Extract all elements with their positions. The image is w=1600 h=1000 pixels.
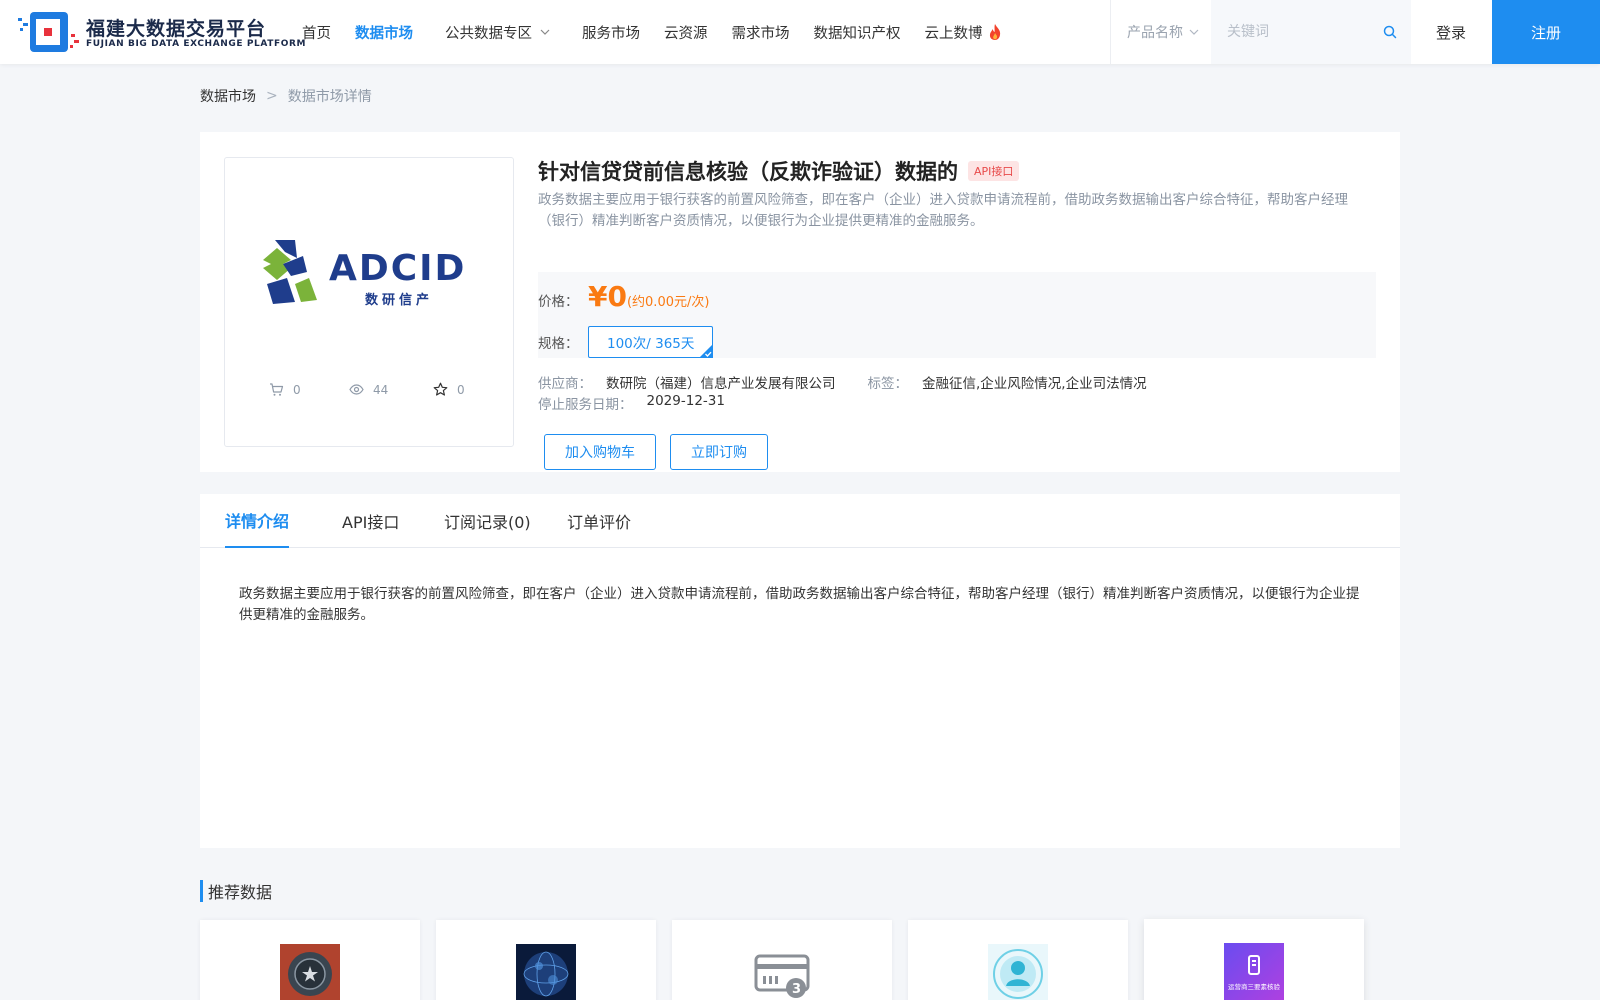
flame-icon bbox=[989, 24, 1000, 40]
top-header: 福建大数据交易平台 FUJIAN BIG DATA EXCHANGE PLATF… bbox=[0, 0, 1600, 64]
phone-verify-text: 运营商三要素核验 bbox=[1228, 982, 1281, 991]
tab-bar: 详情介绍 API接口 订阅记录(0) 订单评价 bbox=[200, 494, 1400, 548]
tab-details-content: 政务数据主要应用于银行获客的前置风险筛查，即在客户（企业）进入贷款申请流程前，借… bbox=[239, 586, 1360, 623]
adcid-mark-icon bbox=[263, 240, 317, 304]
supplier-label: 供应商： bbox=[538, 376, 592, 392]
main-nav: 首页 数据市场 公共数据专区 服务市场 云资源 需求市场 数据知识产权 云上数博 bbox=[302, 0, 1028, 64]
product-description: 政务数据主要应用于银行获客的前置风险筛查，即在客户（企业）进入贷款申请流程前，借… bbox=[538, 192, 1348, 229]
spec-label: 规格： bbox=[538, 336, 579, 352]
search-category-select[interactable]: 产品名称 bbox=[1127, 22, 1199, 42]
product-title-row: 针对信贷贷前信息核验（反欺诈验证）数据的 API接口 bbox=[538, 154, 1378, 188]
nav-data-ip-label: 数据知识产权 bbox=[813, 25, 901, 42]
search-category-label: 产品名称 bbox=[1127, 25, 1183, 41]
tab-api[interactable]: API接口 bbox=[342, 494, 399, 548]
supplier-value: 数研院（福建）信息产业发展有限公司 bbox=[606, 376, 836, 392]
product-card: ADCID 数研信产 0 44 0 针对信贷贷前信息核验（反欺诈验证）数据的 A… bbox=[200, 132, 1400, 472]
nav-service-market-label: 服务市场 bbox=[582, 25, 640, 42]
product-logo-text: ADCID bbox=[329, 248, 466, 289]
product-info: 针对信贷贷前信息核验（反欺诈验证）数据的 API接口 政务数据主要应用于银行获客… bbox=[538, 154, 1378, 470]
stop-date-row: 停止服务日期： 2029-12-31 bbox=[538, 393, 725, 413]
tab-subscriptions[interactable]: 订阅记录(0) bbox=[444, 494, 531, 548]
nav-data-ip[interactable]: 数据知识产权 bbox=[814, 22, 901, 43]
product-image-box: ADCID 数研信产 0 44 0 bbox=[224, 157, 514, 447]
tags-value: 金融征信,企业风险情况,企业司法情况 bbox=[922, 376, 1147, 392]
nav-service-market[interactable]: 服务市场 bbox=[582, 22, 640, 43]
price-note: (约0.00元/次) bbox=[626, 295, 710, 310]
phone-verify-icon: 运营商三要素核验 bbox=[1224, 943, 1284, 1000]
nav-demand-market-label: 需求市场 bbox=[731, 25, 790, 42]
stop-date-value: 2029-12-31 bbox=[646, 393, 725, 409]
recommend-title: 推荐数据 bbox=[200, 880, 272, 902]
login-button[interactable]: 登录 bbox=[1410, 0, 1492, 64]
breadcrumb-current: 数据市场详情 bbox=[287, 89, 372, 105]
tab-details[interactable]: 详情介绍 bbox=[225, 494, 290, 548]
chevron-down-icon bbox=[1189, 29, 1199, 35]
stat-cart-count: 0 bbox=[293, 382, 301, 397]
price-panel: 价格： ¥0 (约0.00元/次) 规格： 100次/ 365天 bbox=[538, 272, 1376, 358]
svg-text:3: 3 bbox=[792, 982, 801, 997]
product-title: 针对信贷贷前信息核验（反欺诈验证）数据的 bbox=[538, 160, 958, 184]
nav-cloud-resources-label: 云资源 bbox=[664, 25, 708, 42]
user-scan-icon bbox=[988, 944, 1048, 1000]
nav-cloud-resources[interactable]: 云资源 bbox=[664, 22, 708, 43]
recommend-list: 3 运营商三要素核验 bbox=[200, 919, 1364, 1000]
spec-option-label: 100次/ 365天 bbox=[607, 336, 695, 352]
logo-title-cn: 福建大数据交易平台 bbox=[86, 18, 267, 40]
nav-cloud-expo[interactable]: 云上数博 bbox=[925, 22, 1004, 43]
product-logo-subtext: 数研信产 bbox=[365, 292, 433, 308]
stat-favorites[interactable]: 0 bbox=[433, 382, 465, 397]
globe-icon bbox=[516, 944, 576, 1000]
detail-tabs-panel: 详情介绍 API接口 订阅记录(0) 订单评价 政务数据主要应用于银行获客的前置… bbox=[200, 494, 1400, 848]
site-logo[interactable]: 福建大数据交易平台 FUJIAN BIG DATA EXCHANGE PLATF… bbox=[16, 10, 305, 54]
breadcrumb-root[interactable]: 数据市场 bbox=[200, 86, 256, 106]
id-card-icon: 3 bbox=[754, 954, 810, 998]
nav-public-data[interactable]: 公共数据专区 bbox=[445, 22, 550, 43]
recommend-card[interactable]: 运营商三要素核验 bbox=[1144, 919, 1364, 1000]
search-input[interactable] bbox=[1211, 0, 1371, 64]
add-to-cart-button[interactable]: 加入购物车 bbox=[544, 434, 656, 470]
nav-cloud-expo-label: 云上数博 bbox=[924, 25, 983, 42]
price-label: 价格： bbox=[538, 294, 579, 310]
stat-cart: 0 bbox=[269, 382, 301, 397]
star-icon bbox=[433, 382, 448, 396]
chevron-down-icon bbox=[540, 29, 550, 35]
price-value: ¥0 bbox=[588, 280, 627, 313]
nav-public-data-label: 公共数据专区 bbox=[445, 25, 532, 42]
nav-home-label: 首页 bbox=[302, 25, 331, 42]
recommend-card[interactable] bbox=[436, 920, 656, 1000]
nav-data-market[interactable]: 数据市场 bbox=[355, 22, 413, 43]
shield-badge-icon bbox=[280, 944, 340, 1000]
search-box bbox=[1211, 0, 1411, 64]
product-logo: ADCID 数研信产 bbox=[263, 240, 466, 308]
breadcrumb: 数据市场 > 数据市场详情 bbox=[200, 86, 372, 106]
recommend-card[interactable] bbox=[200, 920, 420, 1000]
api-tag-badge: API接口 bbox=[968, 161, 1020, 181]
logo-mark-icon bbox=[18, 12, 79, 52]
logo-title-en: FUJIAN BIG DATA EXCHANGE PLATFORM bbox=[86, 39, 307, 49]
check-corner-icon bbox=[699, 344, 714, 358]
price-row: 价格： ¥0 (约0.00元/次) bbox=[538, 280, 709, 313]
cart-icon bbox=[270, 383, 284, 396]
search-icon[interactable] bbox=[1383, 25, 1397, 39]
action-buttons: 加入购物车 立即订购 bbox=[544, 434, 768, 470]
tags-label: 标签： bbox=[867, 376, 909, 392]
stat-views: 44 bbox=[349, 382, 388, 397]
recommend-card[interactable]: 3 bbox=[672, 920, 892, 1000]
search-area: 产品名称 bbox=[1110, 0, 1411, 64]
tab-reviews[interactable]: 订单评价 bbox=[567, 494, 631, 548]
stat-favorites-count: 0 bbox=[457, 382, 465, 397]
supplier-row: 供应商： 数研院（福建）信息产业发展有限公司 标签： 金融征信,企业风险情况,企… bbox=[538, 372, 1147, 392]
register-button[interactable]: 注册 bbox=[1492, 0, 1600, 64]
nav-home[interactable]: 首页 bbox=[302, 22, 331, 43]
buy-now-button[interactable]: 立即订购 bbox=[670, 434, 768, 470]
stat-views-count: 44 bbox=[373, 382, 389, 397]
recommend-card[interactable] bbox=[908, 920, 1128, 1000]
breadcrumb-separator: > bbox=[266, 88, 278, 104]
spec-row: 规格： 100次/ 365天 bbox=[538, 326, 714, 358]
nav-demand-market[interactable]: 需求市场 bbox=[732, 22, 790, 43]
nav-data-market-label: 数据市场 bbox=[355, 25, 413, 42]
eye-icon bbox=[349, 384, 364, 395]
stop-date-label: 停止服务日期： bbox=[538, 397, 633, 413]
spec-option-button[interactable]: 100次/ 365天 bbox=[588, 326, 714, 358]
